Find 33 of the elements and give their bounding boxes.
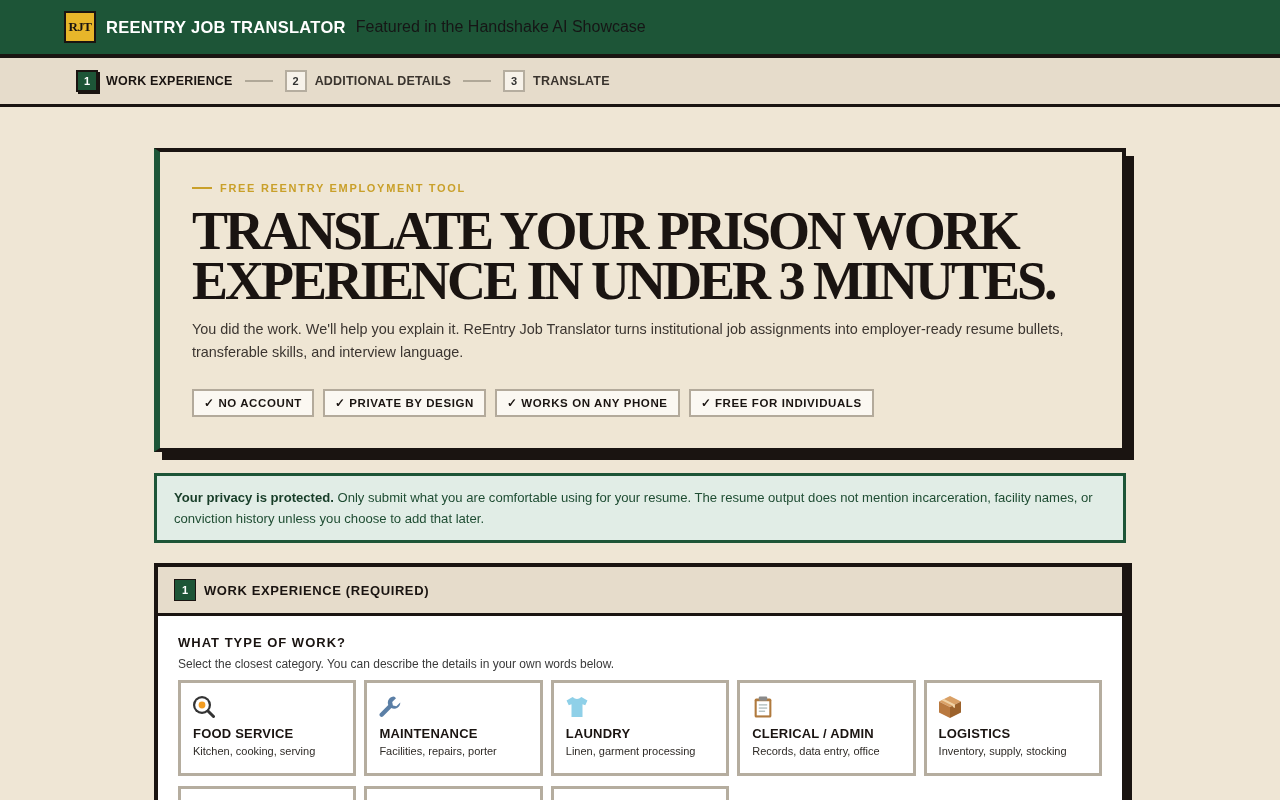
step-label: ADDITIONAL DETAILS <box>314 74 452 88</box>
hero-heading: TRANSLATE YOUR PRISON WORK EXPERIENCE IN UNDER 3 MINUTES. <box>192 206 1056 306</box>
category-option[interactable] <box>178 786 357 800</box>
package-box-icon <box>938 696 961 718</box>
question-hint: Select the closest category. You can describe the details in your own words below. <box>178 656 616 672</box>
feature-tag: ✓ NO ACCOUNT <box>192 389 314 417</box>
step-number: 1 <box>76 70 98 92</box>
step-number: 2 <box>284 70 307 92</box>
category-option[interactable]: CLERICAL / ADMIN Records, data entry, office <box>737 680 916 776</box>
app-title: REENTRY JOB TRANSLATOR <box>106 17 346 37</box>
feature-tag: ✓ FREE FOR INDIVIDUALS <box>688 389 874 417</box>
category-option[interactable]: LAUNDRY Linen, garment processing <box>550 680 730 776</box>
step-label: WORK EXPERIENCE <box>106 74 233 88</box>
feature-tag: ✓ PRIVATE BY DESIGN <box>322 389 486 417</box>
t-shirt-icon <box>565 696 588 718</box>
section-number: 1 <box>174 579 196 601</box>
feature-tag: ✓ WORKS ON ANY PHONE <box>494 389 680 417</box>
step-label: TRANSLATE <box>533 74 610 88</box>
category-option[interactable]: MAINTENANCE Facilities, repairs, porter <box>364 680 543 776</box>
category-option[interactable] <box>364 786 543 800</box>
eyebrow-text: FREE REENTRY EMPLOYMENT TOOL <box>220 181 467 195</box>
step-number: 3 <box>503 70 526 92</box>
hero-intro: You did the work. We'll help you explain it. ReEntry Job Translator turns institutional job assignments into employer-ready resume bullets, transferable skills, and interview language. <box>192 320 1065 362</box>
wrench-icon <box>379 696 402 718</box>
category-option[interactable]: FOOD SERVICE Kitchen, cooking, serving <box>178 680 357 776</box>
category-option[interactable] <box>550 786 730 800</box>
frying-pan-icon <box>193 696 215 718</box>
question-label: WHAT TYPE OF WORK? <box>178 635 347 651</box>
privacy-notice: Your privacy is protected. Only submit what you are comfortable using for your resume. The resume output does not mention incarceration, facility names, or conviction history unless you choose to add that later. <box>154 473 1126 543</box>
featured-note: Featured in the Handshake AI Showcase <box>355 18 646 36</box>
category-option[interactable]: LOGISTICS Inventory, supply, stocking <box>923 680 1102 776</box>
section-title: WORK EXPERIENCE (REQUIRED) <box>204 582 430 598</box>
app-logo: RJT <box>64 11 96 43</box>
